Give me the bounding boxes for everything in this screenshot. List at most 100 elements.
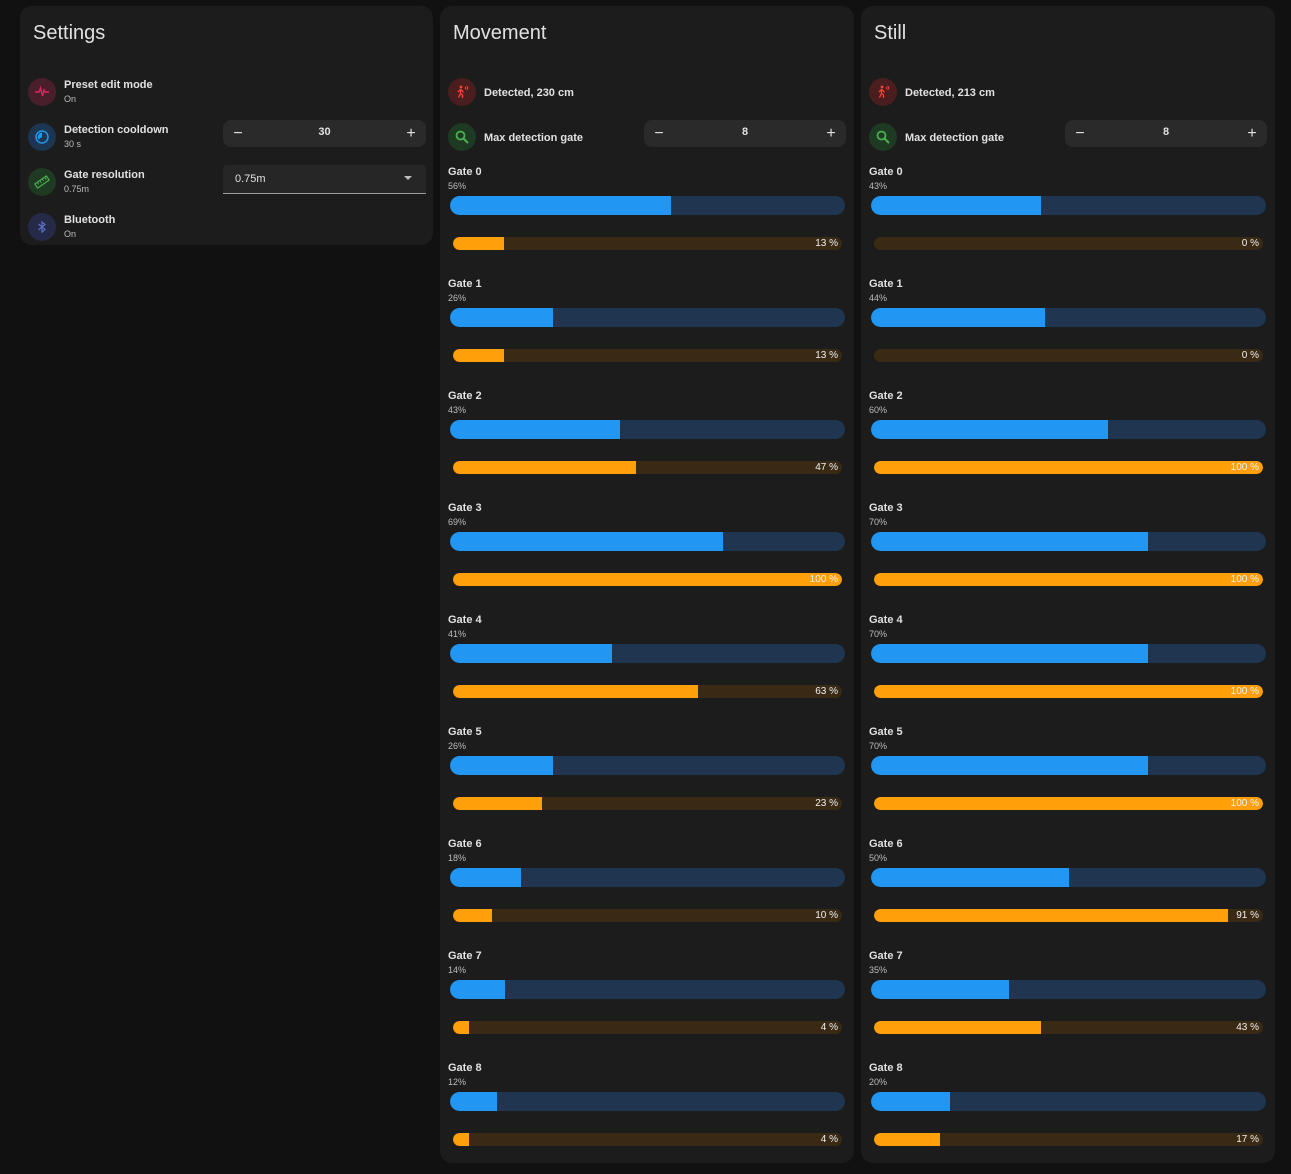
- gate-threshold-value: 12%: [448, 1077, 467, 1087]
- gate-name: Gate 7: [448, 950, 482, 962]
- preset-edit-mode-row[interactable]: Preset edit mode On: [28, 74, 425, 114]
- gate-threshold-slider[interactable]: [871, 420, 1266, 439]
- gate-energy-percent: 0 %: [1241, 238, 1259, 249]
- detection-cooldown-value[interactable]: 30: [253, 126, 396, 138]
- gate-energy-percent: 100 %: [1230, 574, 1259, 585]
- gate-threshold-value: 60%: [869, 405, 888, 415]
- gate-energy-bar: 13 %: [453, 349, 842, 362]
- gate-energy-bar: 17 %: [874, 1133, 1263, 1146]
- gate-name: Gate 6: [448, 838, 482, 850]
- movement-max-gate-stepper[interactable]: − 8 +: [644, 120, 846, 147]
- gate-threshold-slider[interactable]: [871, 196, 1266, 215]
- movement-card: Movement Detected, 230 cm Max detection …: [440, 6, 854, 1163]
- preset-edit-mode-state: On: [64, 94, 77, 104]
- gate-energy-percent: 100 %: [1230, 798, 1259, 809]
- gate-name: Gate 8: [869, 1062, 903, 1074]
- gate-energy-bar: 100 %: [874, 573, 1263, 586]
- gate-energy-fill: [453, 461, 636, 474]
- minus-icon[interactable]: −: [1065, 120, 1095, 147]
- gate-threshold-value: 18%: [448, 853, 467, 863]
- still-max-gate-stepper[interactable]: − 8 +: [1065, 120, 1267, 147]
- gate-name: Gate 4: [448, 614, 482, 626]
- minus-icon[interactable]: −: [223, 120, 253, 147]
- gate-energy-fill: [453, 797, 543, 810]
- gate-threshold-fill: [450, 532, 723, 551]
- gate-threshold-slider[interactable]: [450, 196, 845, 215]
- bluetooth-state: On: [64, 229, 77, 239]
- gate-resolution-selected: 0.75m: [235, 173, 266, 185]
- gate-name: Gate 7: [869, 950, 903, 962]
- gate-energy-percent: 91 %: [1236, 910, 1259, 921]
- still-gate-8: Gate 8 20% 17 %: [869, 1062, 1267, 1174]
- still-gate-7: Gate 7 35% 43 %: [869, 950, 1267, 1062]
- gate-threshold-value: 56%: [448, 181, 467, 191]
- gate-threshold-slider[interactable]: [450, 308, 845, 327]
- gate-threshold-slider[interactable]: [871, 1092, 1266, 1111]
- plus-icon[interactable]: +: [816, 120, 846, 147]
- gate-threshold-slider[interactable]: [450, 980, 845, 999]
- gate-energy-bar: 10 %: [453, 909, 842, 922]
- gate-energy-percent: 4 %: [820, 1134, 838, 1145]
- movement-max-gate-value[interactable]: 8: [674, 126, 816, 138]
- gate-threshold-value: 20%: [869, 1077, 888, 1087]
- movement-gate-2: Gate 2 43% 47 %: [448, 390, 846, 502]
- still-gate-4: Gate 4 70% 100 %: [869, 614, 1267, 726]
- still-gate-5: Gate 5 70% 100 %: [869, 726, 1267, 838]
- gate-threshold-value: 69%: [448, 517, 467, 527]
- gate-energy-bar: 91 %: [874, 909, 1263, 922]
- bluetooth-row[interactable]: Bluetooth On: [28, 209, 425, 249]
- still-detected-row[interactable]: Detected, 213 cm: [869, 74, 1267, 114]
- gate-energy-percent: 0 %: [1241, 350, 1259, 361]
- settings-card: Settings Preset edit mode On Detection c…: [20, 6, 433, 245]
- movement-detected-row[interactable]: Detected, 230 cm: [448, 74, 846, 114]
- plus-icon[interactable]: +: [396, 120, 426, 147]
- gate-threshold-fill: [871, 196, 1041, 215]
- gate-resolution-select[interactable]: 0.75m: [223, 165, 426, 194]
- gate-energy-fill: [453, 237, 504, 250]
- gate-name: Gate 1: [448, 278, 482, 290]
- gate-threshold-fill: [450, 644, 612, 663]
- still-max-gate-value[interactable]: 8: [1095, 126, 1237, 138]
- gate-threshold-slider[interactable]: [871, 868, 1266, 887]
- movement-gate-7: Gate 7 14% 4 %: [448, 950, 846, 1062]
- gate-name: Gate 4: [869, 614, 903, 626]
- chevron-down-icon: [404, 176, 412, 180]
- gate-threshold-value: 41%: [448, 629, 467, 639]
- walking-person-motion-icon: [869, 78, 897, 106]
- gate-threshold-value: 43%: [869, 181, 888, 191]
- plus-icon[interactable]: +: [1237, 120, 1267, 147]
- still-gate-1: Gate 1 44% 0 %: [869, 278, 1267, 390]
- gate-threshold-slider[interactable]: [450, 644, 845, 663]
- gate-energy-percent: 100 %: [1230, 686, 1259, 697]
- gate-name: Gate 0: [869, 166, 903, 178]
- gate-threshold-slider[interactable]: [450, 532, 845, 551]
- gate-threshold-fill: [871, 308, 1045, 327]
- gate-threshold-slider[interactable]: [450, 868, 845, 887]
- gate-energy-bar: 100 %: [874, 461, 1263, 474]
- still-gate-0: Gate 0 43% 0 %: [869, 166, 1267, 278]
- movement-gate-1: Gate 1 26% 13 %: [448, 278, 846, 390]
- gate-threshold-slider[interactable]: [450, 420, 845, 439]
- movement-gate-8: Gate 8 12% 4 %: [448, 1062, 846, 1174]
- gate-threshold-slider[interactable]: [871, 644, 1266, 663]
- gate-threshold-slider[interactable]: [871, 532, 1266, 551]
- gate-threshold-slider[interactable]: [450, 1092, 845, 1111]
- detection-cooldown-stepper[interactable]: − 30 +: [223, 120, 426, 147]
- gate-energy-percent: 13 %: [815, 350, 838, 361]
- gate-threshold-slider[interactable]: [871, 756, 1266, 775]
- still-max-gate-row: Max detection gate − 8 +: [869, 119, 1267, 159]
- gate-threshold-slider[interactable]: [450, 756, 845, 775]
- gate-energy-bar: 47 %: [453, 461, 842, 474]
- gate-energy-bar: 100 %: [874, 685, 1263, 698]
- gate-threshold-slider[interactable]: [871, 980, 1266, 999]
- gate-energy-fill: [453, 1133, 469, 1146]
- gate-energy-bar: 100 %: [453, 573, 842, 586]
- ruler-icon: [28, 168, 56, 196]
- gate-name: Gate 5: [448, 726, 482, 738]
- minus-icon[interactable]: −: [644, 120, 674, 147]
- gate-energy-fill: [453, 1021, 469, 1034]
- gate-threshold-slider[interactable]: [871, 308, 1266, 327]
- movement-title: Movement: [453, 22, 547, 44]
- gate-threshold-fill: [871, 980, 1010, 999]
- gate-energy-fill: [874, 573, 1263, 586]
